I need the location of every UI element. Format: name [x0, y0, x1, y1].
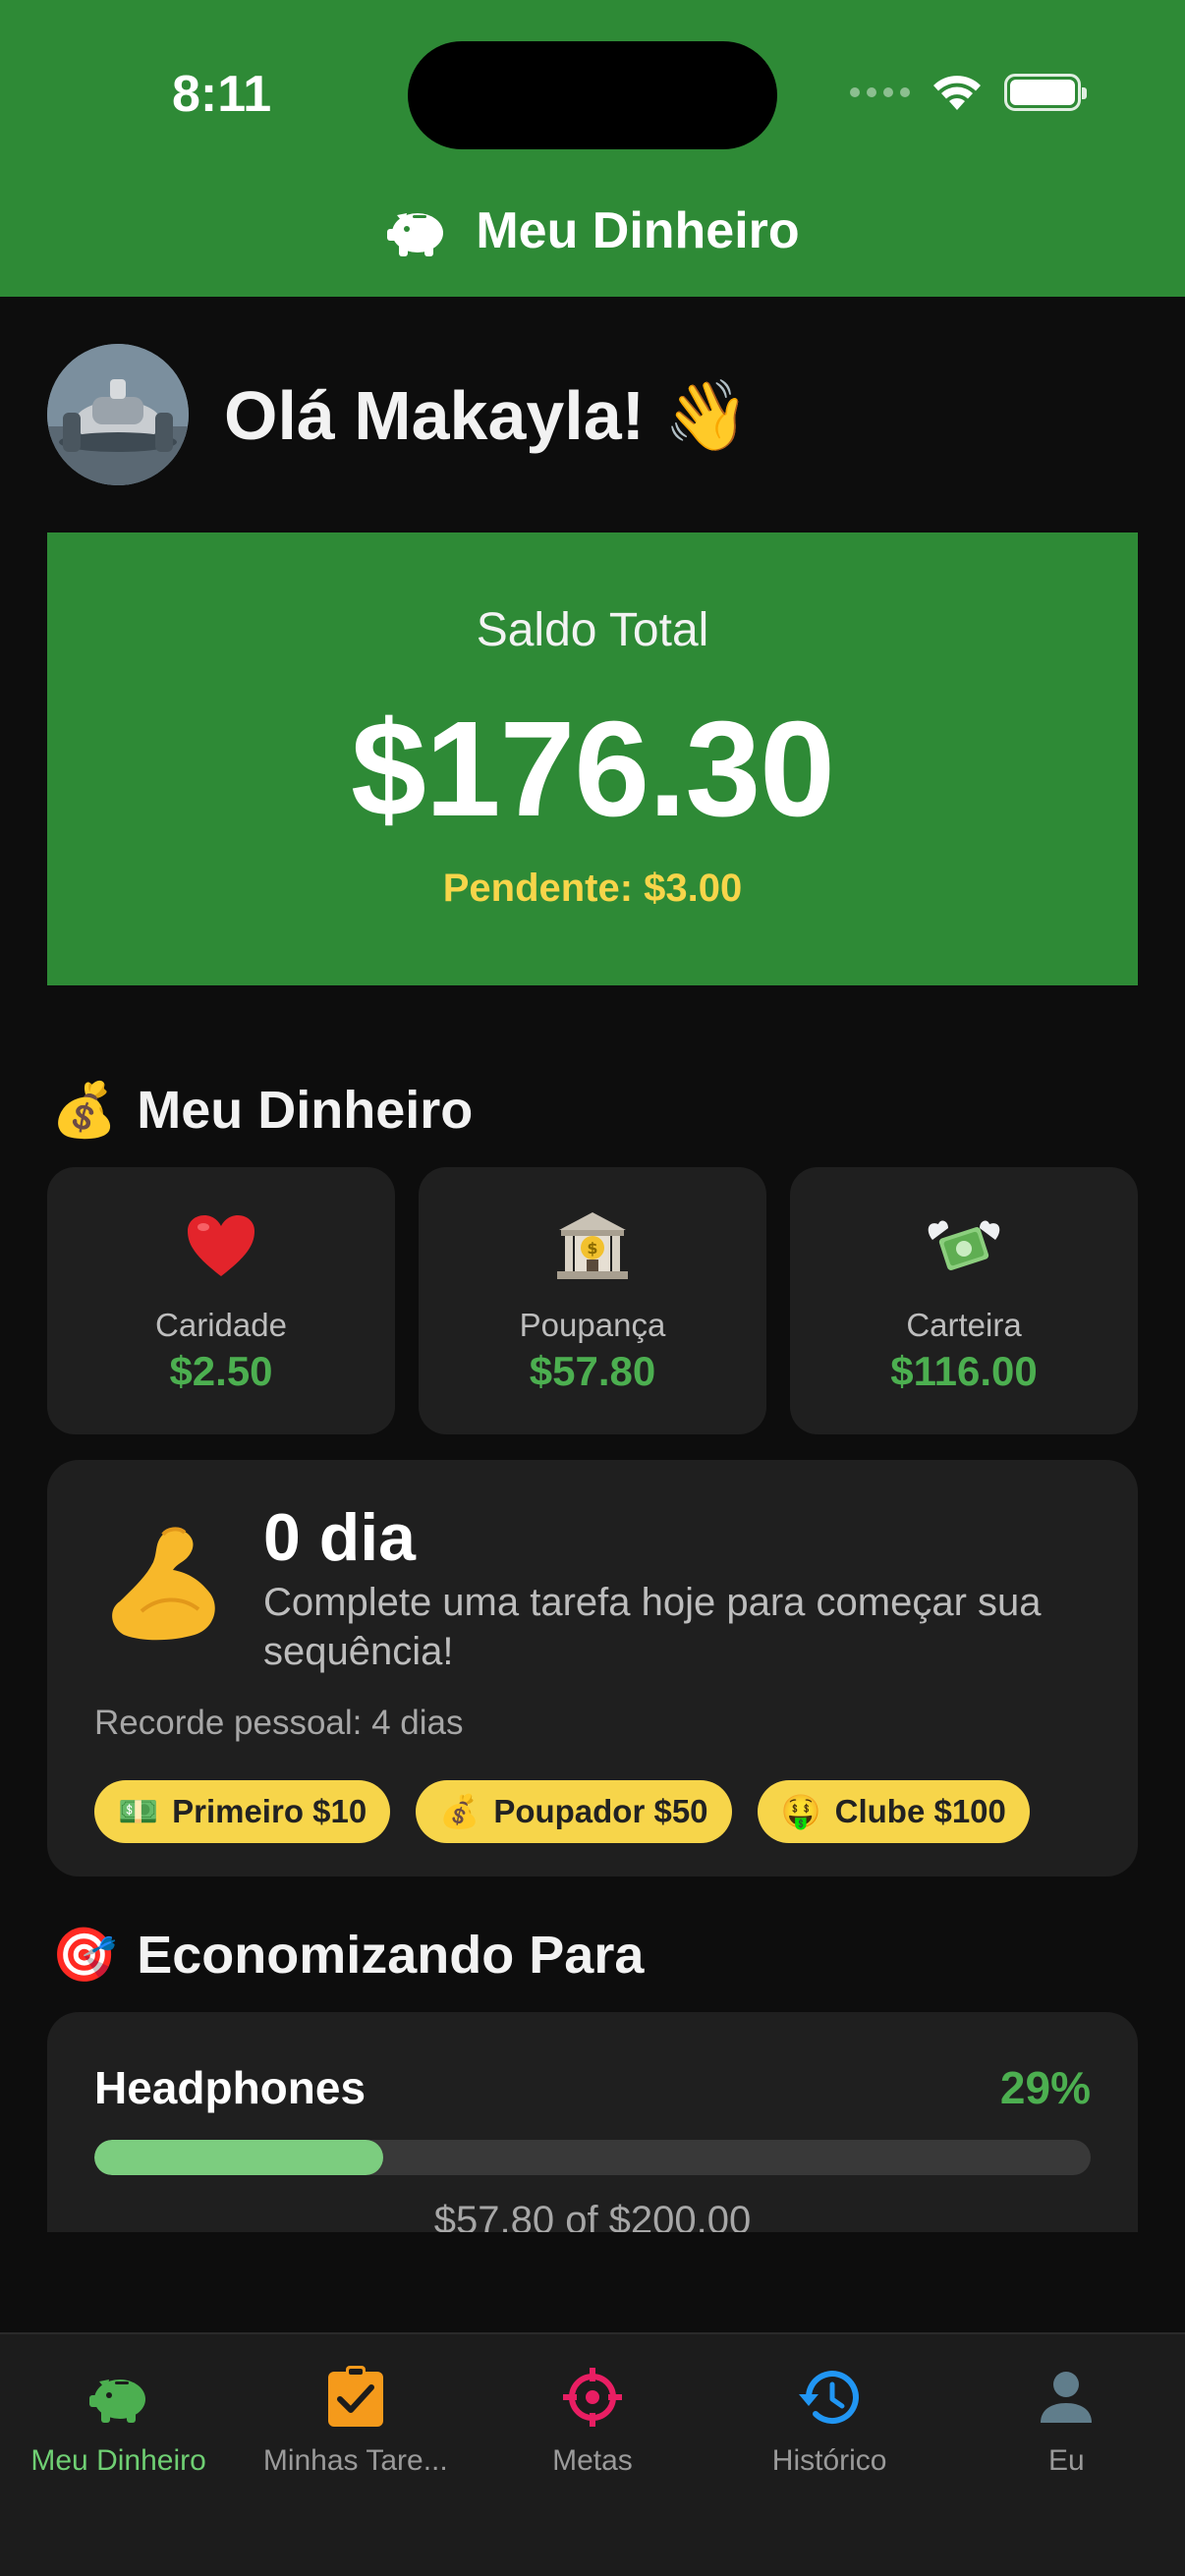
badge-label: Clube $100: [834, 1793, 1006, 1829]
avatar[interactable]: [47, 344, 189, 485]
streak-card: 0 dia Complete uma tarefa hoje para come…: [47, 1460, 1138, 1876]
status-time: 8:11: [172, 66, 272, 123]
svg-text:$: $: [587, 1239, 597, 1258]
nav-item-minhas-tarefas[interactable]: Minhas Tare...: [237, 2334, 474, 2576]
goal-card[interactable]: Headphones 29% $57.80 of $200.00: [47, 2012, 1138, 2232]
streak-days: 0 dia: [263, 1500, 416, 1575]
personal-record: Recorde pessoal: 4 dias: [94, 1704, 464, 1742]
greeting-text: Olá Makayla!: [224, 377, 645, 454]
nav-label: Histórico: [771, 2444, 887, 2477]
piggy-bank-icon: [387, 213, 444, 256]
balance-label: Saldo Total: [476, 604, 709, 656]
nav-item-historico[interactable]: Histórico: [711, 2334, 948, 2576]
waving-hand-icon: 👋: [663, 375, 750, 456]
app-header: 8:11 Meu Dinheiro: [0, 0, 1185, 297]
account-card-carteira[interactable]: Carteira $116.00: [790, 1167, 1138, 1434]
nav-item-meu-dinheiro[interactable]: Meu Dinheiro: [0, 2334, 237, 2576]
money-wings-icon: [928, 1220, 1000, 1270]
flexed-biceps-icon: [112, 1527, 215, 1641]
greeting-heading: Olá Makayla! 👋: [224, 375, 750, 457]
signal-icon: [850, 87, 910, 97]
money-section-title: 💰 Meu Dinheiro: [51, 1079, 473, 1142]
balance-value: $176.30: [351, 694, 835, 845]
dynamic-island: [408, 41, 777, 149]
goals-section-label: Economizando Para: [137, 1926, 645, 1985]
nav-item-eu[interactable]: Eu: [948, 2334, 1185, 2576]
avatar-image: [47, 344, 189, 485]
goals-section-title: 🎯 Economizando Para: [51, 1924, 644, 1987]
person-icon: [1041, 2372, 1093, 2423]
bank-icon: $: [557, 1212, 628, 1279]
history-icon: [799, 2371, 860, 2425]
battery-icon: [1004, 74, 1087, 111]
badge-clube-100: 🤑 Clube $100: [757, 1780, 1030, 1843]
app-title-bar: Meu Dinheiro: [0, 201, 1185, 260]
account-value: $116.00: [890, 1348, 1038, 1394]
account-value: $57.80: [529, 1348, 656, 1394]
streak-message: Complete uma tarefa hoje para começar su…: [263, 1581, 1042, 1673]
account-label: Carteira: [906, 1307, 1022, 1343]
pending-amount: Pendente: $3.00: [442, 867, 743, 910]
money-mouth-face-icon: 🤑: [780, 1792, 821, 1830]
account-label: Caridade: [155, 1307, 287, 1343]
money-section-label: Meu Dinheiro: [137, 1081, 474, 1140]
account-value: $2.50: [169, 1348, 273, 1394]
clipboard-check-icon: [327, 2366, 383, 2427]
badge-poupador-50: 💰 Poupador $50: [416, 1780, 732, 1843]
nav-label: Eu: [1047, 2444, 1085, 2477]
money-bag-icon: 💰: [439, 1792, 480, 1830]
nav-label: Meu Dinheiro: [30, 2444, 206, 2477]
account-label: Poupança: [519, 1307, 666, 1343]
account-card-poupanca[interactable]: $ Poupança $57.80: [419, 1167, 766, 1434]
nav-label: Minhas Tare...: [262, 2444, 448, 2477]
piggy-bank-icon: [88, 2380, 145, 2423]
badge-label: Poupador $50: [493, 1793, 708, 1829]
total-balance-card: Saldo Total $176.30 Pendente: $3.00: [47, 532, 1138, 985]
badge-list: 💵 Primeiro $10 💰 Poupador $50 🤑 Clube $1…: [94, 1780, 1030, 1843]
status-icons: [850, 73, 1087, 112]
target-icon: [562, 2368, 622, 2427]
goal-progress-fill: [94, 2140, 384, 2175]
nav-label: Metas: [552, 2444, 633, 2477]
goal-percent: 29%: [999, 2062, 1091, 2113]
bottom-navigation: Meu Dinheiro Minhas Tare... Metas Histór…: [0, 2332, 1185, 2576]
app-title: Meu Dinheiro: [476, 202, 800, 259]
nav-item-metas[interactable]: Metas: [474, 2334, 710, 2576]
badge-label: Primeiro $10: [172, 1793, 367, 1829]
account-card-caridade[interactable]: Caridade $2.50: [47, 1167, 395, 1434]
badge-primeiro-10: 💵 Primeiro $10: [94, 1780, 391, 1843]
heart-icon: [188, 1215, 254, 1276]
wifi-icon: [933, 76, 981, 110]
goal-progress-bar: [94, 2140, 1091, 2175]
goal-name: Headphones: [94, 2062, 367, 2113]
target-dart-icon: 🎯: [51, 1924, 118, 1986]
goal-amount: $57.80 of $200.00: [433, 2199, 752, 2232]
money-bag-icon: 💰: [51, 1079, 118, 1141]
dollar-banknote-icon: 💵: [118, 1792, 159, 1830]
